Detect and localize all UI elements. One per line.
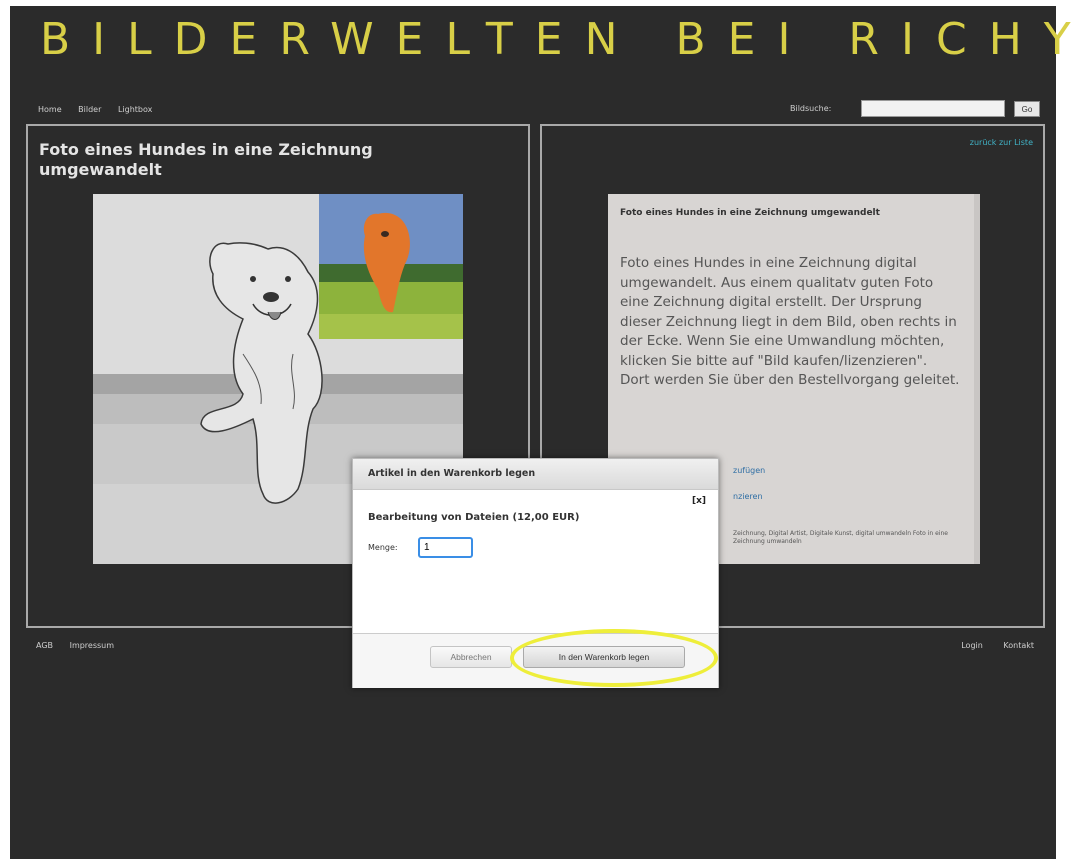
info-card-tags: Zeichnung, Digital Artist, Digitale Kuns…	[733, 530, 948, 545]
search-input[interactable]	[861, 100, 1005, 117]
search-button[interactable]: Go	[1014, 101, 1040, 117]
nav-lightbox[interactable]: Lightbox	[118, 105, 152, 114]
footer-kontakt-link[interactable]: Kontakt	[1003, 641, 1034, 650]
footer-right-links: Login Kontakt	[943, 641, 1034, 650]
quantity-label: Menge:	[368, 543, 398, 552]
dialog-product-heading: Bearbeitung von Dateien (12,00 EUR)	[368, 512, 580, 523]
dialog-footer: Abbrechen In den Warenkorb legen	[353, 633, 718, 688]
quantity-input[interactable]	[418, 537, 473, 558]
top-nav: Home Bilder Lightbox	[38, 105, 166, 114]
footer-left-links: AGB Impressum	[36, 641, 128, 650]
info-card-description: Foto eines Hundes in eine Zeichnung digi…	[620, 255, 960, 388]
add-to-cart-button[interactable]: In den Warenkorb legen	[523, 646, 685, 668]
nav-bilder[interactable]: Bilder	[78, 105, 101, 114]
info-card-title: Foto eines Hundes in eine Zeichnung umge…	[620, 208, 880, 218]
page-background: BILDERWELTEN BEI RICHY Home Bilder Light…	[10, 6, 1071, 859]
buy-license-link[interactable]: nzieren	[733, 492, 763, 501]
dialog-title: Artikel in den Warenkorb legen	[353, 459, 718, 490]
back-to-list-link[interactable]: zurück zur Liste	[970, 138, 1033, 147]
lightbox-add-link[interactable]: zufügen	[733, 466, 765, 475]
footer-login-link[interactable]: Login	[961, 641, 983, 650]
footer-agb-link[interactable]: AGB	[36, 641, 53, 650]
close-icon[interactable]: [x]	[692, 496, 706, 506]
nav-home[interactable]: Home	[38, 105, 62, 114]
cancel-button[interactable]: Abbrechen	[430, 646, 512, 668]
site-title: BILDERWELTEN BEI RICHY	[40, 14, 1073, 65]
search-label: Bildsuche:	[790, 104, 832, 113]
footer-impressum-link[interactable]: Impressum	[70, 641, 114, 650]
add-to-cart-dialog: Artikel in den Warenkorb legen [x] Bearb…	[352, 458, 719, 688]
photo-title: Foto eines Hundes in eine Zeichnung umge…	[39, 140, 373, 179]
